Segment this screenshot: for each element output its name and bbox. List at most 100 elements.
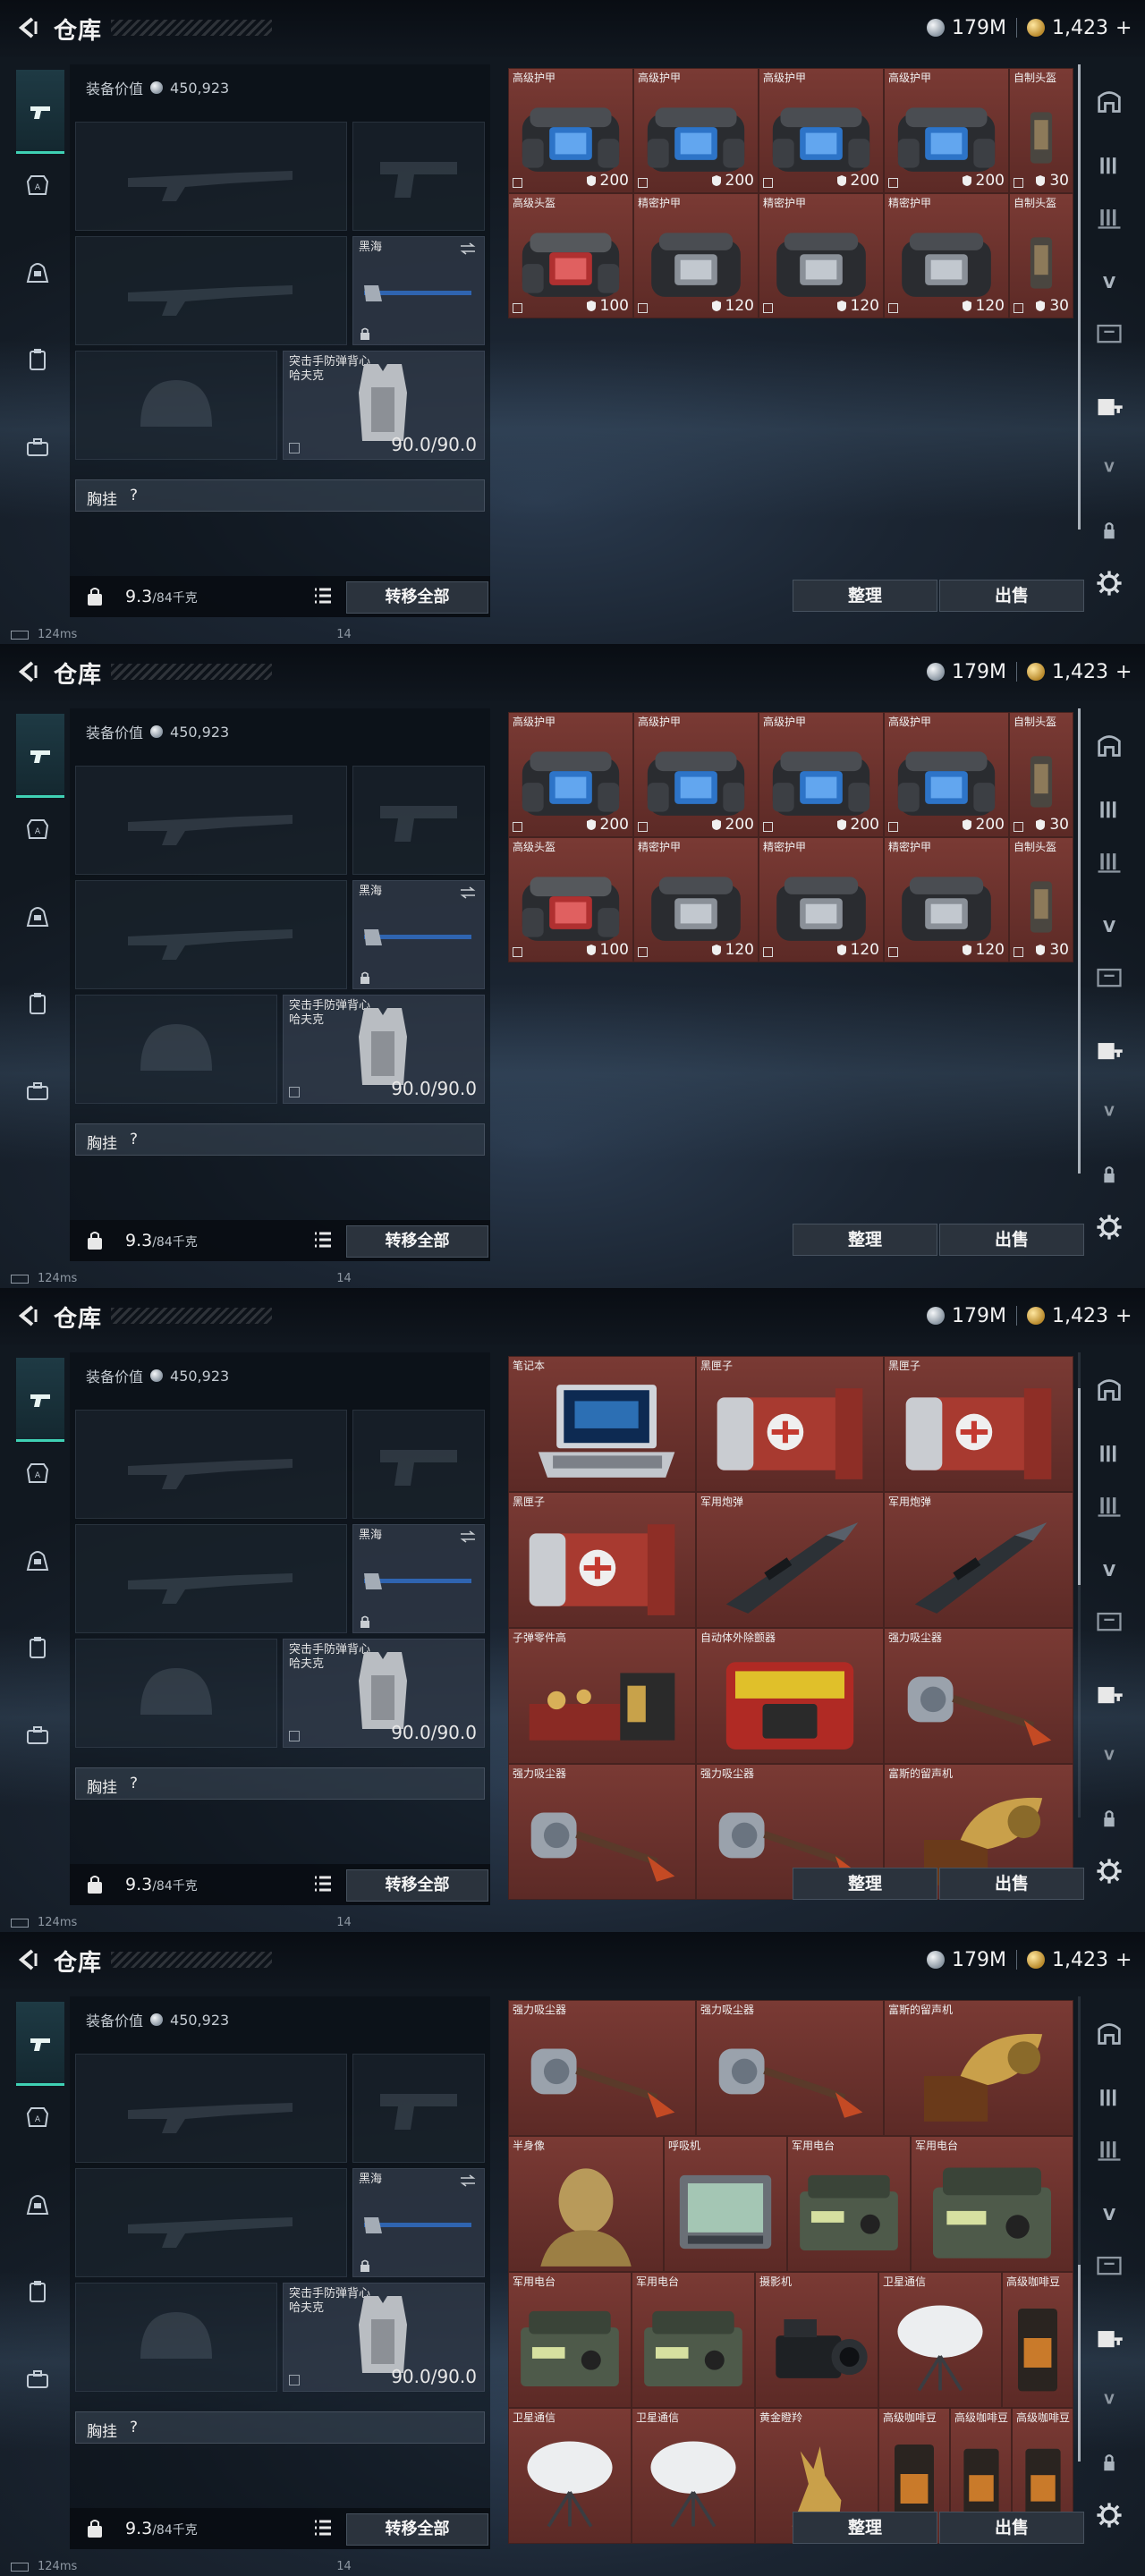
inventory-item[interactable]: 自制头盔 30 bbox=[1009, 193, 1073, 318]
chest-rig-slot[interactable]: 胸挂? bbox=[75, 1123, 485, 1156]
side-tab-v2[interactable] bbox=[1091, 315, 1127, 351]
help-icon[interactable]: ? bbox=[130, 487, 138, 504]
nav-tab-vest[interactable]: A bbox=[16, 1451, 59, 1494]
inventory-item[interactable]: 高级护甲 200 bbox=[508, 68, 633, 193]
inventory-item[interactable]: 高级头盔 100 bbox=[508, 837, 633, 962]
sort-button[interactable]: 整理 bbox=[793, 1868, 937, 1900]
inventory-item[interactable]: 精密护甲 120 bbox=[633, 837, 759, 962]
side-tab-v3[interactable]: V bbox=[1091, 1737, 1127, 1773]
pistol-slot[interactable] bbox=[352, 1410, 485, 1519]
side-tab-v2[interactable] bbox=[1091, 1603, 1127, 1639]
nav-tab-clip[interactable] bbox=[16, 982, 59, 1025]
inventory-item[interactable]: 精密护甲 120 bbox=[633, 193, 759, 318]
armor-slot[interactable]: 突击手防弹背心 哈夫克 90.0/90.0 bbox=[283, 995, 485, 1104]
side-tab-v1[interactable]: V bbox=[1091, 907, 1127, 943]
pistol-slot[interactable] bbox=[352, 122, 485, 231]
swap-icon[interactable] bbox=[459, 1530, 477, 1543]
side-tab-key[interactable] bbox=[1091, 2320, 1127, 2356]
side-tab-v3[interactable]: V bbox=[1091, 1093, 1127, 1129]
side-tab-v3[interactable]: V bbox=[1091, 449, 1127, 485]
gold-balance[interactable]: 1,423 + bbox=[1027, 658, 1132, 685]
back-button[interactable] bbox=[14, 1946, 41, 1973]
primary-weapon-slot[interactable] bbox=[75, 1410, 347, 1519]
side-tab-ammo2[interactable] bbox=[1091, 199, 1127, 234]
sell-button[interactable]: 出售 bbox=[939, 580, 1084, 612]
inventory-item[interactable]: 军用电台 bbox=[508, 2272, 632, 2408]
side-tab-gear[interactable] bbox=[1091, 2497, 1127, 2533]
inventory-item[interactable]: 精密护甲 120 bbox=[759, 837, 884, 962]
back-button[interactable] bbox=[14, 14, 41, 41]
inventory-item[interactable]: 高级护甲 200 bbox=[759, 712, 884, 837]
scroll-thumb[interactable] bbox=[1078, 64, 1081, 530]
nav-tab-bag[interactable] bbox=[16, 2182, 59, 2225]
inventory-item[interactable]: 黑匣子 bbox=[508, 1492, 696, 1628]
side-tab-ammo[interactable] bbox=[1091, 791, 1127, 826]
chest-rig-slot[interactable]: 胸挂? bbox=[75, 2411, 485, 2444]
secondary-weapon-slot[interactable] bbox=[75, 236, 347, 345]
primary-weapon-slot[interactable] bbox=[75, 2054, 347, 2163]
pistol-slot[interactable] bbox=[352, 2054, 485, 2163]
inventory-item[interactable]: 黑匣子 bbox=[884, 1356, 1073, 1492]
list-view-icon[interactable] bbox=[313, 587, 333, 605]
inventory-item[interactable]: 强力吸尘器 bbox=[508, 2000, 696, 2136]
side-tab-home[interactable] bbox=[1091, 1370, 1127, 1406]
inventory-item[interactable]: 子弹零件高 bbox=[508, 1628, 696, 1764]
nav-tab-bag[interactable] bbox=[16, 894, 59, 937]
side-tab-lock[interactable] bbox=[1091, 1156, 1127, 1191]
chest-rig-slot[interactable]: 胸挂? bbox=[75, 479, 485, 512]
inventory-item[interactable]: 自动体外除颤器 bbox=[696, 1628, 884, 1764]
nav-tab-case[interactable] bbox=[16, 2358, 59, 2401]
inventory-item[interactable]: 高级护甲 200 bbox=[884, 68, 1009, 193]
nav-tab-vest[interactable]: A bbox=[16, 163, 59, 206]
inventory-item[interactable]: 精密护甲 120 bbox=[884, 837, 1009, 962]
nav-tab-vest[interactable]: A bbox=[16, 2095, 59, 2138]
side-tab-v3[interactable]: V bbox=[1091, 2381, 1127, 2417]
gold-balance[interactable]: 1,423 + bbox=[1027, 14, 1132, 41]
sell-button[interactable]: 出售 bbox=[939, 2512, 1084, 2544]
inventory-item[interactable]: 军用电台 bbox=[911, 2136, 1073, 2272]
inventory-item[interactable]: 强力吸尘器 bbox=[696, 2000, 884, 2136]
grid-scrollbar[interactable] bbox=[1078, 64, 1081, 530]
transfer-all-button[interactable]: 转移全部 bbox=[346, 2513, 488, 2546]
gold-balance[interactable]: 1,423 + bbox=[1027, 1946, 1132, 1973]
side-tab-gear[interactable] bbox=[1091, 1209, 1127, 1245]
list-view-icon[interactable] bbox=[313, 1231, 333, 1249]
help-icon[interactable]: ? bbox=[130, 1131, 138, 1148]
swap-icon[interactable] bbox=[459, 886, 477, 899]
inventory-item[interactable]: 军用电台 bbox=[787, 2136, 911, 2272]
inventory-item[interactable]: 强力吸尘器 bbox=[508, 1764, 696, 1900]
sell-button[interactable]: 出售 bbox=[939, 1868, 1084, 1900]
silver-balance[interactable]: 179M bbox=[927, 14, 1006, 41]
scroll-thumb[interactable] bbox=[1078, 2265, 1081, 2462]
side-tab-lock[interactable] bbox=[1091, 1800, 1127, 1835]
nav-tab-gun[interactable] bbox=[16, 2002, 64, 2086]
inventory-item[interactable]: 军用电台 bbox=[632, 2272, 755, 2408]
inventory-item[interactable]: 富斯的留声机 bbox=[884, 2000, 1073, 2136]
inventory-item[interactable]: 自制头盔 30 bbox=[1009, 68, 1073, 193]
swap-icon[interactable] bbox=[459, 2174, 477, 2187]
inventory-item[interactable]: 半身像 bbox=[508, 2136, 664, 2272]
nav-tab-case[interactable] bbox=[16, 1070, 59, 1113]
nav-tab-gun[interactable] bbox=[16, 1358, 64, 1442]
armor-slot[interactable]: 突击手防弹背心 哈夫克 90.0/90.0 bbox=[283, 2283, 485, 2392]
inventory-item[interactable]: 高级护甲 200 bbox=[508, 712, 633, 837]
inventory-item[interactable]: 笔记本 bbox=[508, 1356, 696, 1492]
inventory-item[interactable]: 卫星通信 bbox=[632, 2408, 755, 2544]
secondary-weapon-slot[interactable] bbox=[75, 880, 347, 989]
nav-tab-clip[interactable] bbox=[16, 2270, 59, 2313]
nav-tab-gun[interactable] bbox=[16, 70, 64, 154]
transfer-all-button[interactable]: 转移全部 bbox=[346, 1869, 488, 1902]
inventory-item[interactable]: 自制头盔 30 bbox=[1009, 712, 1073, 837]
side-tab-key[interactable] bbox=[1091, 1676, 1127, 1712]
helmet-slot[interactable] bbox=[75, 351, 277, 460]
inventory-item[interactable]: 黑匣子 bbox=[696, 1356, 884, 1492]
nav-tab-clip[interactable] bbox=[16, 338, 59, 381]
swap-icon[interactable] bbox=[459, 242, 477, 255]
grid-scrollbar[interactable] bbox=[1078, 708, 1081, 1174]
nav-tab-case[interactable] bbox=[16, 426, 59, 469]
inventory-item[interactable]: 高级咖啡豆 bbox=[1002, 2272, 1073, 2408]
side-tab-ammo[interactable] bbox=[1091, 1435, 1127, 1470]
inventory-item[interactable]: 高级护甲 200 bbox=[759, 68, 884, 193]
silver-balance[interactable]: 179M bbox=[927, 1302, 1006, 1329]
add-gold-icon[interactable]: + bbox=[1115, 1949, 1132, 1971]
